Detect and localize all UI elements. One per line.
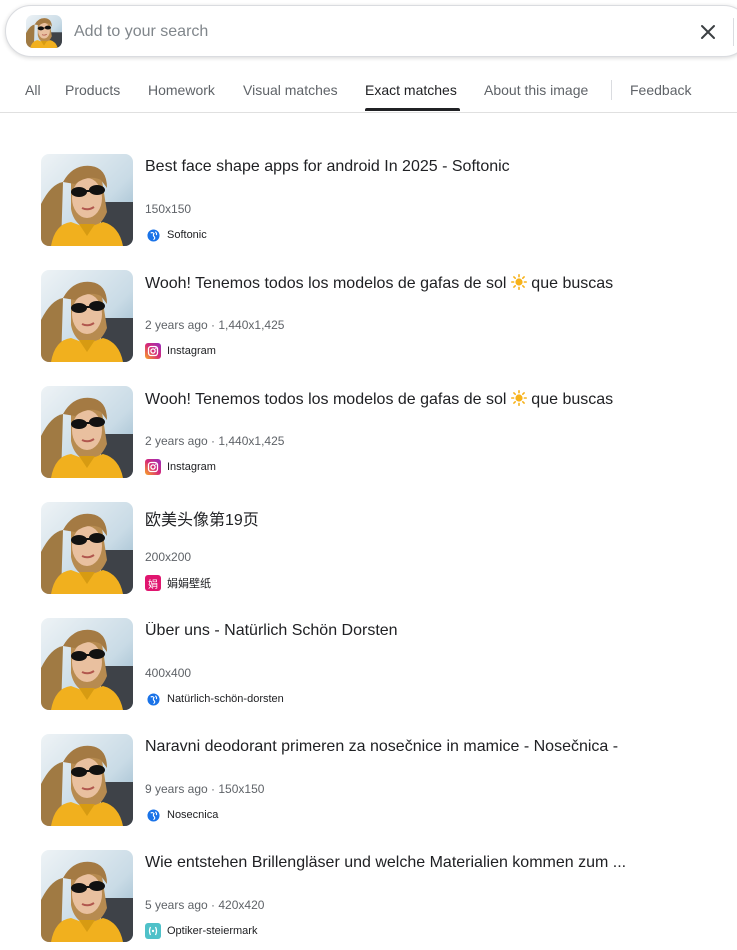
result-title[interactable]: Über uns - Natürlich Schön Dorsten [145,622,735,640]
result-source-name: Softonic [167,229,207,241]
result-meta: 5 years ago · 420x420 [145,898,265,912]
result-source-name: Instagram [167,461,216,473]
result-source[interactable]: Nosecnica [145,807,218,823]
result-source-name: 娟娟壁纸 [167,578,211,590]
result-title[interactable]: Wooh! Tenemos todos los modelos de gafas… [145,274,735,293]
search-input[interactable] [74,18,634,46]
result-item[interactable]: Wooh! Tenemos todos los modelos de gafas… [0,386,737,482]
tab-visual-matches[interactable]: Visual matches [243,82,338,98]
result-item[interactable]: 欧美头像第19页 200x200 娟 娟娟壁纸 [0,502,737,598]
result-title[interactable]: Best face shape apps for android In 2025… [145,158,735,176]
tab-bar: All Products Homework Visual matches Exa… [0,68,737,113]
result-source[interactable]: Natürlich-schön-dorsten [145,691,284,707]
instagram-icon [145,459,161,475]
result-meta: 9 years ago · 150x150 [145,782,265,796]
result-title-text-end: que buscas [526,275,614,292]
tab-all[interactable]: All [25,82,41,98]
result-title[interactable]: Naravni deodorant primeren za nosečnice … [145,738,735,756]
tab-homework[interactable]: Homework [148,82,215,98]
result-meta: 400x400 [145,666,192,680]
result-source-name: Natürlich-schön-dorsten [167,693,284,705]
result-thumbnail[interactable] [41,154,133,246]
result-title[interactable]: Wooh! Tenemos todos los modelos de gafas… [145,390,735,409]
sun-emoji-icon [510,274,527,290]
result-source[interactable]: Instagram [145,459,216,475]
result-title[interactable]: Wie entstehen Brillengläser und welche M… [145,854,735,872]
result-meta: 2 years ago · 1,440x1,425 [145,434,285,448]
result-title-text: Wooh! Tenemos todos los modelos de gafas… [145,391,507,408]
result-thumbnail[interactable] [41,386,133,478]
globe-icon [145,807,161,823]
result-item[interactable]: Wie entstehen Brillengläser und welche M… [0,850,737,946]
globe-icon [145,227,161,243]
result-source[interactable]: 娟 娟娟壁纸 [145,575,211,591]
result-thumbnail[interactable] [41,270,133,362]
search-bar-divider [733,18,734,46]
result-item[interactable]: Über uns - Natürlich Schön Dorsten 400x4… [0,618,737,714]
optiker-icon [145,923,161,939]
result-meta: 150x150 [145,202,192,216]
result-item[interactable]: Wooh! Tenemos todos los modelos de gafas… [0,270,737,366]
result-thumbnail[interactable] [41,734,133,826]
result-title[interactable]: 欧美头像第19页 [145,506,735,530]
instagram-icon [145,343,161,359]
result-meta: 2 years ago · 1,440x1,425 [145,318,285,332]
result-meta: 200x200 [145,550,192,564]
result-item[interactable]: Best face shape apps for android In 2025… [0,154,737,250]
result-source[interactable]: Optiker-steiermark [145,923,257,939]
tab-about-this-image[interactable]: About this image [484,82,588,98]
result-source-name: Optiker-steiermark [167,925,258,937]
tab-products[interactable]: Products [65,82,120,98]
result-title-text: Wooh! Tenemos todos los modelos de gafas… [145,275,507,292]
tab-exact-matches[interactable]: Exact matches [365,82,457,98]
result-thumbnail[interactable] [41,850,133,942]
result-item[interactable]: Naravni deodorant primeren za nosečnice … [0,734,737,830]
close-icon[interactable] [696,20,720,44]
result-thumbnail[interactable] [41,618,133,710]
globe-icon [145,691,161,707]
sun-emoji-icon [510,390,527,406]
result-thumbnail[interactable] [41,502,133,594]
juanjuan-icon: 娟 [145,575,161,591]
search-image-thumbnail[interactable] [26,15,62,48]
result-source[interactable]: Softonic [145,227,207,243]
result-title-text-end: que buscas [526,391,614,408]
feedback-link[interactable]: Feedback [630,82,691,98]
result-source-name: Instagram [167,345,216,357]
result-source[interactable]: Instagram [145,343,216,359]
search-bar [5,5,737,57]
active-tab-indicator [365,108,460,111]
tab-divider [611,80,612,100]
result-source-name: Nosecnica [167,809,219,821]
